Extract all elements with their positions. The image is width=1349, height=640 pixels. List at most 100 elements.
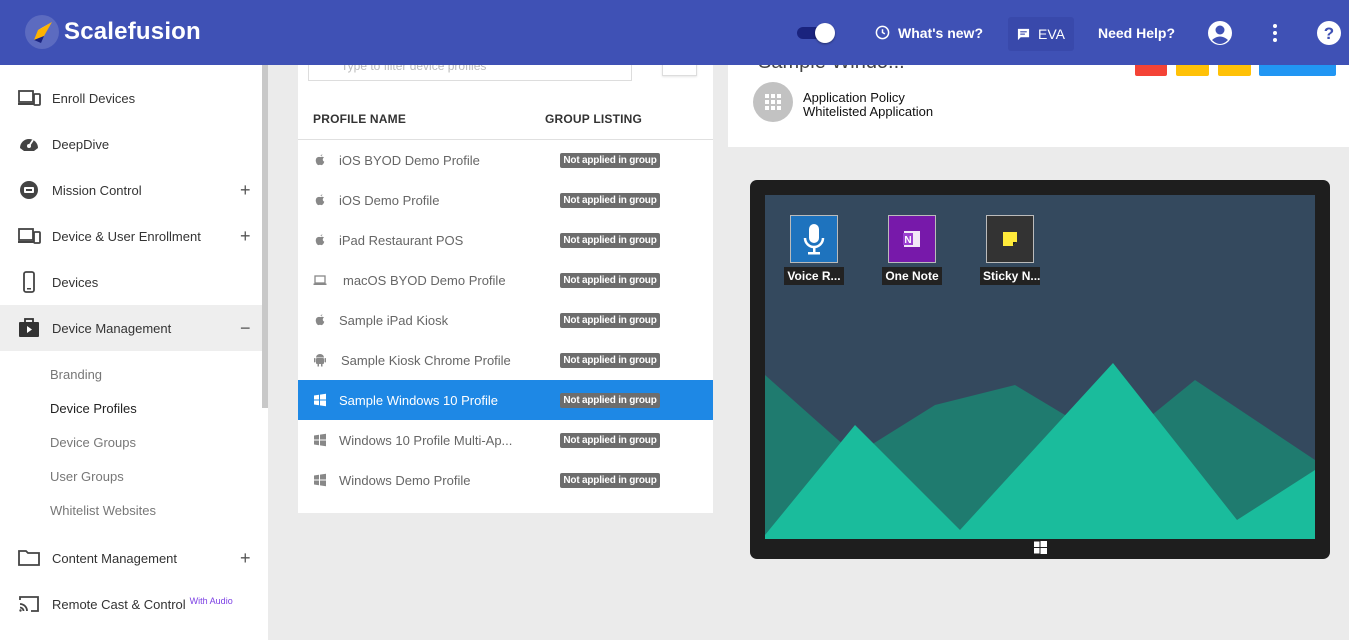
folder-icon: [18, 550, 40, 566]
sidebar-item-label: Devices: [52, 274, 99, 290]
svg-text:N: N: [904, 235, 911, 246]
account-icon[interactable]: [1207, 20, 1233, 46]
sidebar-item-remote-label: Remote Cast & Control With Audio: [52, 595, 233, 612]
clock-icon: [875, 25, 890, 40]
with-audio-tag: With Audio: [189, 595, 233, 606]
windows-icon: [314, 433, 326, 447]
sticky-note-icon: [1003, 232, 1017, 246]
mountain-wallpaper: [765, 363, 1315, 539]
device-profiles-panel: Type to filter device profiles PROFILE N…: [298, 60, 713, 513]
app-tile: [986, 215, 1034, 263]
top-bar: Scalefusion What's new? EVA Need Help? ?: [0, 0, 1349, 65]
profile-row[interactable]: iOS Demo Profile Not applied in group: [298, 180, 713, 220]
group-status-badge: Not applied in group: [560, 192, 660, 208]
sidebar-item-content-management[interactable]: Content Management +: [0, 535, 262, 581]
group-status-badge: Not applied in group: [560, 272, 660, 288]
group-status-badge: Not applied in group: [560, 472, 660, 488]
eva-button[interactable]: EVA: [1008, 17, 1074, 51]
sidebar-item-remote-cast[interactable]: Remote Cast & Control With Audio: [0, 581, 262, 627]
whats-new-label: What's new?: [898, 24, 983, 41]
profile-detail-card: Sample Windo... Application Policy White…: [728, 51, 1349, 147]
group-status-badge: Not applied in group: [560, 392, 660, 408]
profile-row[interactable]: Sample Windows 10 Profile Not applied in …: [298, 380, 713, 420]
app-tile: N: [888, 215, 936, 263]
sidebar-subitem-device-profiles[interactable]: Device Profiles: [50, 401, 137, 416]
enroll-devices-icon: [18, 90, 41, 106]
apple-icon: [315, 234, 325, 246]
app-sticky-notes[interactable]: Sticky N...: [980, 215, 1040, 285]
group-status-badge: Not applied in group: [560, 352, 660, 368]
windows-icon: [314, 393, 326, 407]
more-vertical-icon[interactable]: [1262, 20, 1288, 46]
app-label: One Note: [882, 267, 942, 285]
apps-grid-icon: [765, 94, 781, 110]
whats-new-button[interactable]: What's new?: [875, 0, 983, 65]
column-header-group-listing[interactable]: GROUP LISTING: [545, 112, 642, 126]
profile-row[interactable]: Sample Kiosk Chrome Profile Not applied i…: [298, 340, 713, 380]
sidebar-item-enroll-devices[interactable]: Enroll Devices: [0, 75, 262, 121]
group-status-badge: Not applied in group: [560, 232, 660, 248]
tablet-screen: Voice R... N One Note Sticky N...: [765, 195, 1315, 539]
sidebar-item-label: Enroll Devices: [52, 90, 136, 106]
devices-icon: [18, 228, 41, 244]
svg-text:?: ?: [1324, 24, 1334, 43]
profile-row[interactable]: Windows Demo Profile Not applied in group: [298, 460, 713, 500]
sidebar-scrollbar[interactable]: [262, 65, 268, 408]
tablet-preview: Voice R... N One Note Sticky N...: [750, 180, 1330, 559]
sidebar-item-device-management[interactable]: Device Management −: [0, 305, 262, 351]
sidebar-subitem-branding[interactable]: Branding: [50, 367, 102, 382]
group-status-badge: Not applied in group: [560, 312, 660, 328]
profile-row[interactable]: iOS BYOD Demo Profile Not applied in grou…: [298, 140, 713, 180]
sidebar-item-deepdive[interactable]: DeepDive: [0, 121, 262, 167]
profile-name: Sample Windows 10 Profile: [339, 392, 498, 408]
briefcase-icon: [19, 318, 39, 337]
sidebar-item-label: Content Management: [52, 550, 178, 566]
remote-cast-text: Remote Cast & Control: [52, 596, 186, 612]
column-header-profile-name[interactable]: PROFILE NAME: [313, 112, 406, 126]
profile-row[interactable]: macOS BYOD Demo Profile Not applied in gr…: [298, 260, 713, 300]
app-one-note[interactable]: N One Note: [882, 215, 942, 285]
chat-icon: [1017, 28, 1030, 40]
phone-icon: [23, 271, 35, 293]
profile-name: Sample iPad Kiosk: [339, 312, 449, 328]
scalefusion-logo-icon: [25, 15, 59, 49]
profile-name: iOS Demo Profile: [339, 192, 440, 208]
profile-row[interactable]: iPad Restaurant POS Not applied in group: [298, 220, 713, 260]
app-tile: [790, 215, 838, 263]
eva-label: EVA: [1038, 26, 1065, 42]
policy-subtype: Whitelisted Application: [803, 104, 934, 119]
group-status-badge: Not applied in group: [560, 432, 660, 448]
sidebar: Enroll Devices DeepDive Mission Control …: [0, 65, 268, 640]
collapse-minus-icon[interactable]: −: [240, 319, 251, 337]
sidebar-subitem-whitelist-websites[interactable]: Whitelist Websites: [50, 503, 156, 518]
apple-icon: [315, 194, 325, 206]
microphone-icon: [803, 224, 825, 255]
brand-logo[interactable]: Scalefusion: [24, 14, 201, 50]
profile-name: Windows Demo Profile: [339, 472, 471, 488]
profile-row[interactable]: Windows 10 Profile Multi-Ap... Not applie…: [298, 420, 713, 460]
brand-name: Scalefusion: [64, 18, 201, 45]
windows-icon: [314, 473, 326, 487]
mission-control-icon: [20, 181, 38, 199]
mode-toggle[interactable]: [797, 23, 837, 43]
sidebar-item-label: Device & User Enrollment: [52, 228, 201, 244]
profile-name: Windows 10 Profile Multi-Ap...: [339, 432, 513, 448]
sidebar-subitem-user-groups[interactable]: User Groups: [50, 469, 124, 484]
sidebar-subitem-device-groups[interactable]: Device Groups: [50, 435, 136, 450]
expand-plus-icon[interactable]: +: [240, 227, 251, 245]
app-voice-recorder[interactable]: Voice R...: [784, 215, 844, 285]
expand-plus-icon[interactable]: +: [240, 549, 251, 567]
laptop-icon: [313, 275, 327, 285]
sidebar-item-label: Device Management: [52, 320, 172, 336]
policy-avatar: [753, 82, 793, 122]
sidebar-item-label: Mission Control: [52, 182, 142, 198]
help-icon[interactable]: ?: [1316, 20, 1342, 46]
group-status-badge: Not applied in group: [560, 152, 660, 168]
sidebar-item-devices[interactable]: Devices: [0, 259, 262, 305]
need-help-link[interactable]: Need Help?: [1098, 0, 1175, 65]
profile-row[interactable]: Sample iPad Kiosk Not applied in group: [298, 300, 713, 340]
windows-start-icon: [1034, 541, 1047, 554]
expand-plus-icon[interactable]: +: [240, 181, 251, 199]
sidebar-item-mission-control[interactable]: Mission Control +: [0, 167, 262, 213]
sidebar-item-device-user-enrollment[interactable]: Device & User Enrollment +: [0, 213, 262, 259]
